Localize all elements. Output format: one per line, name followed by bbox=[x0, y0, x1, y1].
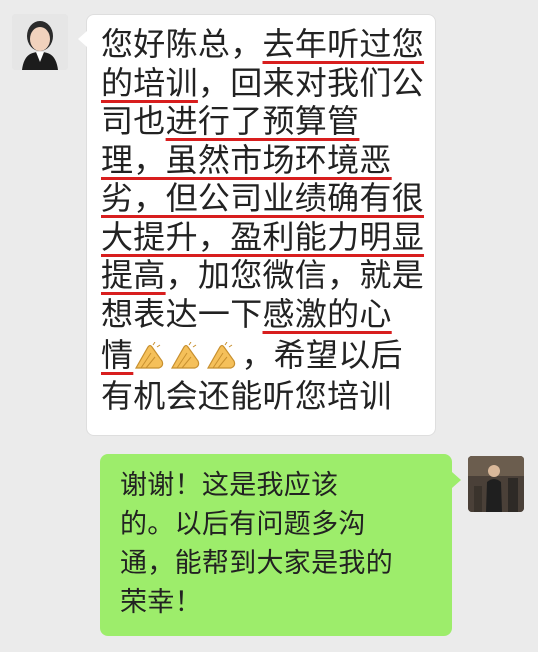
contact-avatar[interactable] bbox=[12, 14, 68, 70]
message-line: 司也进行了预算管 bbox=[101, 102, 423, 141]
message-line: 想表达一下感激的心 bbox=[101, 295, 423, 334]
underlined-text: 去年听过您 bbox=[262, 25, 425, 63]
underlined-text: 进行了预算管 bbox=[165, 102, 360, 140]
message-line: 的培训，回来对我们公 bbox=[101, 63, 425, 103]
message-line: 有机会还能听您培训 bbox=[101, 377, 423, 416]
incoming-message-bubble[interactable]: 您好陈总，去年听过您 的培训，回来对我们公 司也进行了预算管 理，虽然市场环境恶… bbox=[78, 14, 436, 436]
underlined-text: 情 bbox=[101, 336, 134, 374]
message-line: 的。以后有问题多沟 bbox=[120, 509, 366, 540]
message-line: 通，能帮到大家是我的 bbox=[120, 548, 393, 579]
underlined-text: 劣，但公司业绩确有很 bbox=[101, 179, 425, 217]
message-text: 司也 bbox=[101, 102, 166, 140]
message-text: ，加您微信，就是 bbox=[165, 256, 425, 294]
contact-avatar-image bbox=[12, 14, 68, 70]
underlined-text: 提高 bbox=[101, 256, 166, 294]
underlined-text: 感激的心 bbox=[262, 294, 392, 333]
clap-emoji-icon bbox=[135, 342, 164, 369]
outgoing-message-bubble[interactable]: 谢谢！这是我应该 的。以后有问题多沟 通，能帮到大家是我的 荣幸！ bbox=[100, 454, 461, 636]
underlined-text: 的培训 bbox=[101, 63, 198, 102]
message-line: 提高，加您微信，就是 bbox=[101, 256, 425, 295]
underlined-text: 理，虽然市场环境恶 bbox=[101, 140, 392, 179]
message-line: 大提升，盈利能力明显 bbox=[101, 217, 425, 257]
clap-emoji-icon bbox=[171, 342, 200, 369]
clap-emoji-icon bbox=[207, 342, 236, 369]
message-text: 您好陈总， bbox=[101, 25, 263, 63]
message-text: 想表达一下 bbox=[101, 294, 263, 333]
message-text: ，希望以后 bbox=[241, 336, 403, 374]
self-avatar-image bbox=[468, 456, 524, 512]
message-text: ，回来对我们公 bbox=[197, 63, 425, 102]
self-avatar[interactable] bbox=[468, 456, 524, 512]
message-line: 您好陈总，去年听过您 bbox=[101, 25, 425, 64]
message-line: 荣幸！ bbox=[120, 587, 202, 618]
message-line: 谢谢！这是我应该 bbox=[120, 470, 339, 501]
message-line: 情 ，希望以后 bbox=[101, 333, 423, 377]
message-line: 理，虽然市场环境恶 bbox=[101, 141, 423, 180]
message-line: 劣，但公司业绩确有很 bbox=[101, 179, 425, 218]
underlined-text: 大提升，盈利能力明显 bbox=[101, 217, 425, 256]
message-text: 有机会还能听您培训 bbox=[101, 377, 392, 415]
